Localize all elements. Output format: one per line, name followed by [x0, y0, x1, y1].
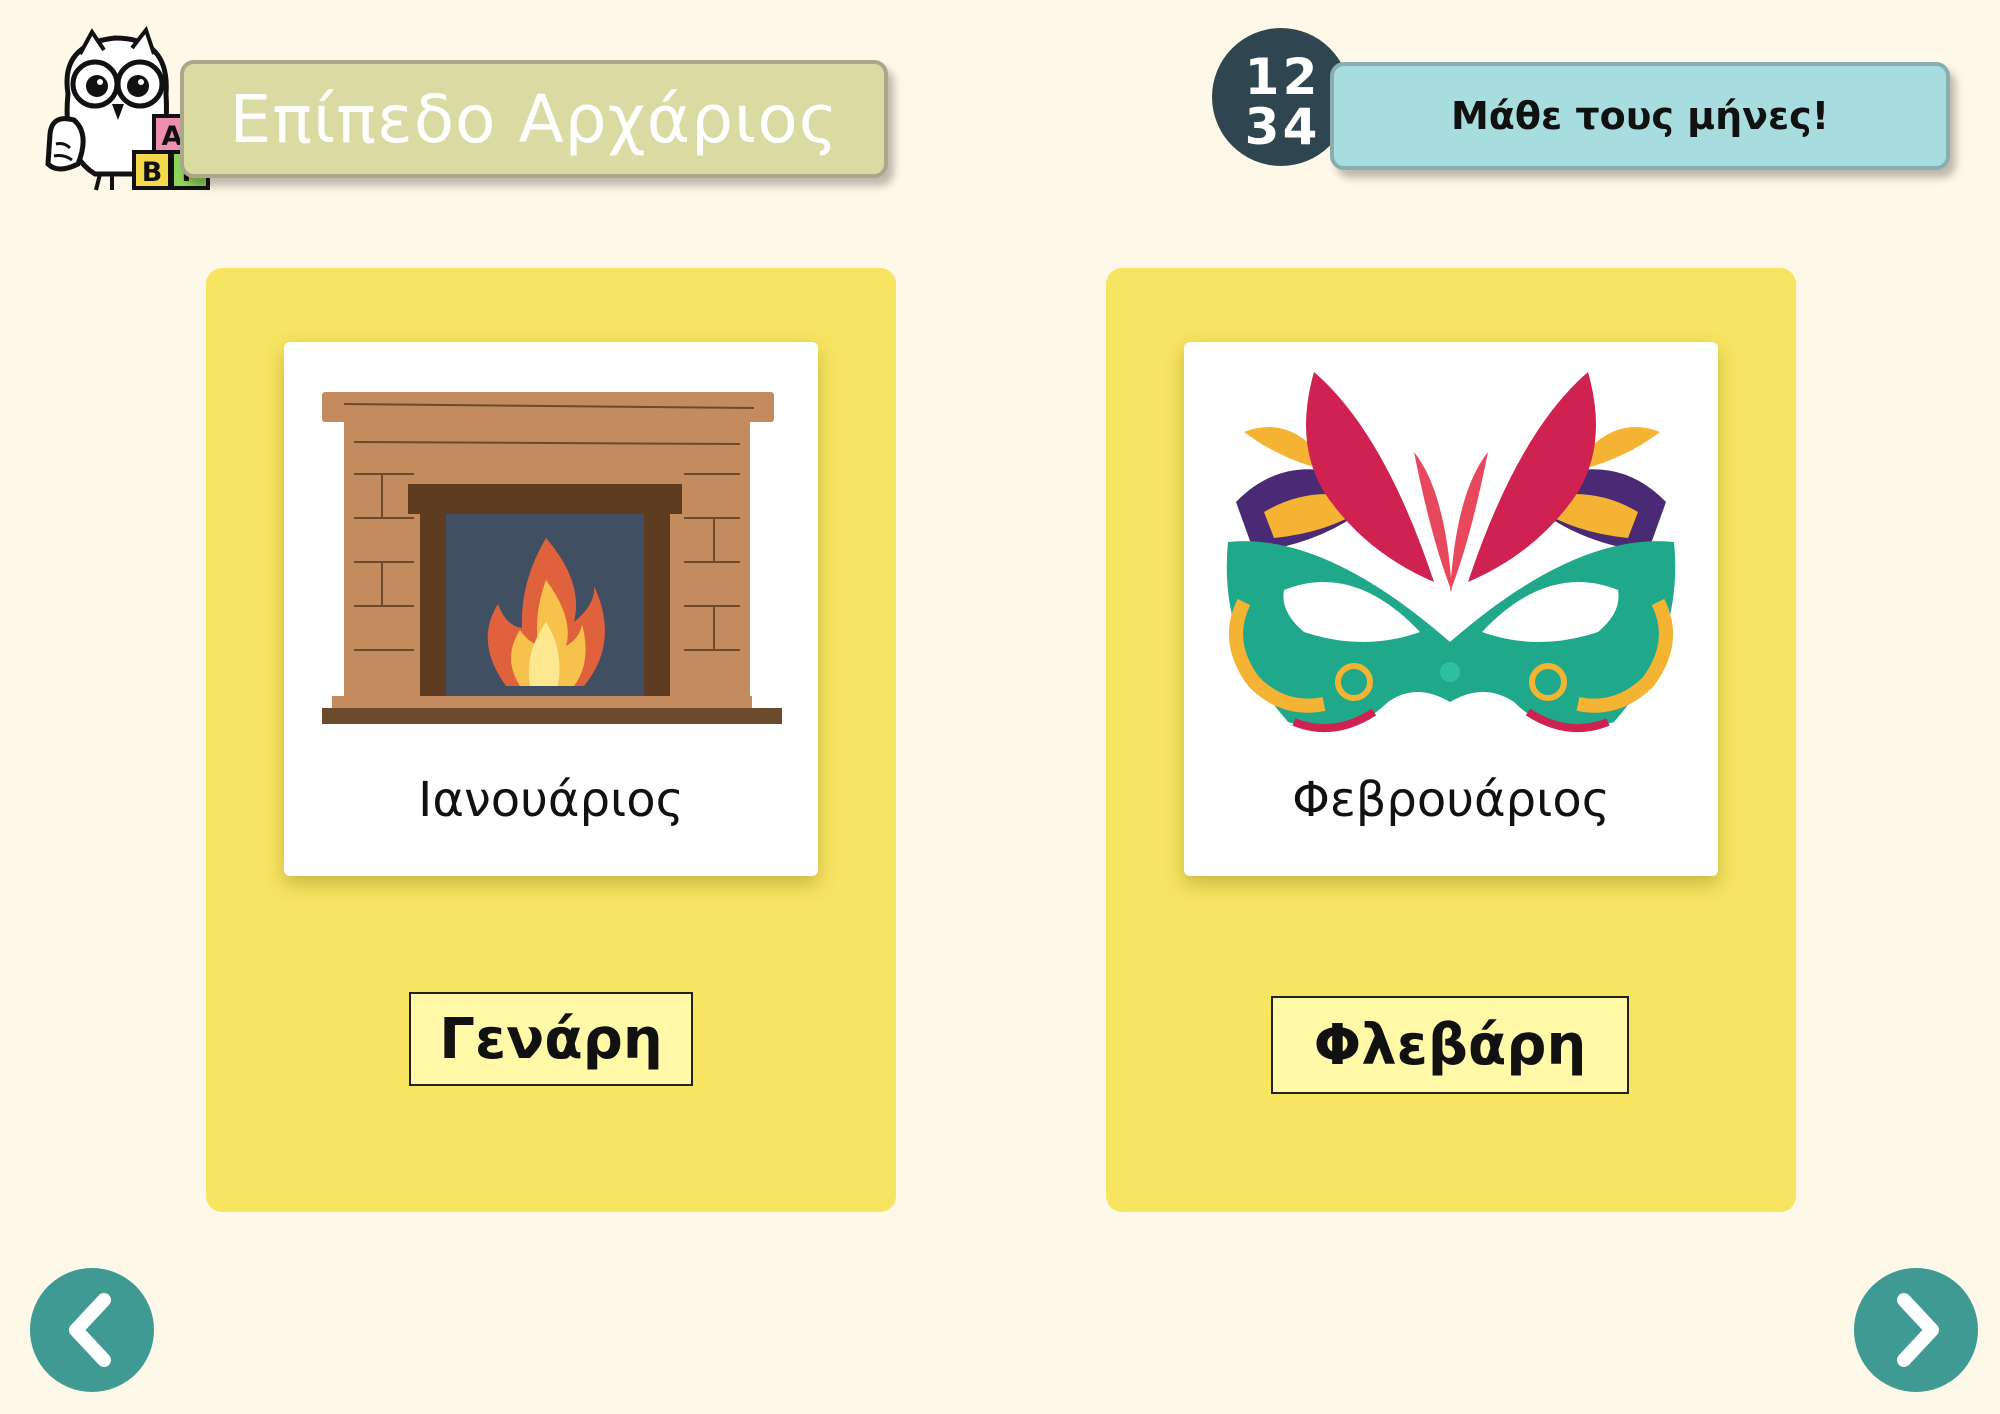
month-card-january: Ιανουάριος Γενάρη	[206, 268, 896, 1212]
month-name: Φεβρουάριος	[1292, 772, 1610, 828]
chevron-right-icon	[1897, 1293, 1939, 1367]
folk-name-button[interactable]: Φλεβάρη	[1271, 996, 1629, 1094]
level-title: Επίπεδο Αρχάριος	[229, 80, 839, 158]
picture-card: Ιανουάριος	[284, 342, 818, 876]
badge-digit-4: 4	[1283, 98, 1318, 156]
topic-title: Μάθε τους μήνες!	[1450, 94, 1830, 138]
chevron-left-icon	[69, 1293, 111, 1367]
month-name: Ιανουάριος	[418, 772, 684, 828]
badge-digit-3: 3	[1245, 98, 1280, 156]
level-banner: Επίπεδο Αρχάριος	[180, 60, 888, 178]
next-button[interactable]	[1854, 1268, 1978, 1392]
folk-name-button[interactable]: Γενάρη	[409, 992, 693, 1086]
carnival-mask-icon	[1226, 372, 1676, 733]
block-letter-b: B	[142, 157, 163, 188]
previous-button[interactable]	[30, 1268, 154, 1392]
picture-card: Φεβρουάριος	[1184, 342, 1718, 876]
month-card-february: Φεβρουάριος Φλεβάρη	[1106, 268, 1796, 1212]
topic-banner: Μάθε τους μήνες!	[1330, 62, 1950, 170]
fireplace-icon	[322, 392, 782, 724]
